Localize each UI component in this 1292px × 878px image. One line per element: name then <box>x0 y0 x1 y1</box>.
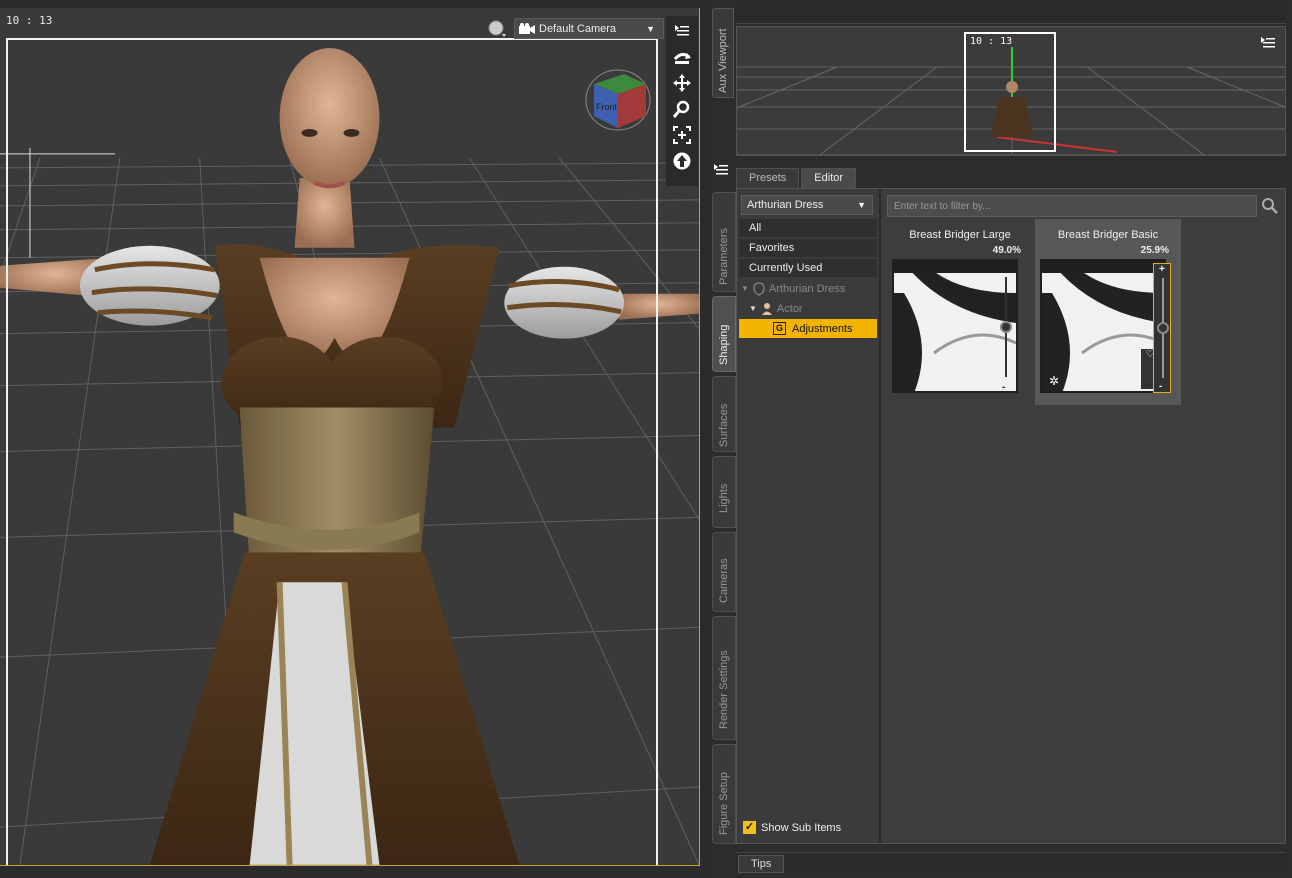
actor-icon <box>761 302 772 315</box>
viewport-scene <box>0 48 699 865</box>
node-dropdown-value: Arthurian Dress <box>747 199 824 211</box>
aux-viewport[interactable]: 10 : 13 <box>736 26 1286 156</box>
tab-label: Shaping <box>718 324 730 365</box>
main-viewport[interactable]: 10 : 13 Default Camera ▼ Front <box>0 8 700 866</box>
aux-timecode: 10 : 13 <box>970 36 1013 47</box>
tips-bar: Tips <box>736 852 1286 873</box>
tree-label: Actor <box>776 302 803 315</box>
side-tabs: Parameters Shaping Surfaces Lights Camer… <box>712 162 736 852</box>
list-item-currently-used[interactable]: Currently Used <box>739 259 877 278</box>
chevron-down-icon: ▼ <box>857 200 866 210</box>
morph-value: 25.9% <box>1140 245 1169 256</box>
tab-editor[interactable]: Editor <box>801 168 857 188</box>
aux-viewport-tab-label: Aux Viewport <box>717 28 729 93</box>
morph-value: 49.0% <box>992 245 1021 256</box>
pan-icon[interactable] <box>671 72 693 94</box>
tab-cameras[interactable]: Cameras <box>712 532 736 612</box>
morph-title: Breast Bridger Basic <box>1057 229 1159 241</box>
tree-item-adjustments[interactable]: G Adjustments <box>739 319 877 338</box>
sphere-icon <box>488 20 506 37</box>
tab-tips[interactable]: Tips <box>738 855 785 873</box>
show-sub-items-label: Show Sub Items <box>761 821 842 834</box>
tab-label: Figure Setup <box>718 772 730 835</box>
aux-viewport-tab[interactable]: Aux Viewport <box>712 8 734 98</box>
tab-label: Render Settings <box>718 650 730 729</box>
tab-surfaces[interactable]: Surfaces <box>712 376 736 452</box>
category-list: Arthurian Dress ▼ All Favorites Currentl… <box>737 189 881 843</box>
viewport-timecode: 10 : 13 <box>6 14 53 27</box>
tab-figure-setup[interactable]: Figure Setup <box>712 744 736 844</box>
camera-dropdown[interactable]: Default Camera ▼ <box>514 18 664 39</box>
search-icon[interactable] <box>1261 197 1279 215</box>
morph-slider[interactable]: + - <box>1153 263 1171 393</box>
camera-label: Default Camera <box>539 22 617 35</box>
orbit-icon[interactable] <box>671 46 693 68</box>
tab-label: Parameters <box>718 228 730 285</box>
plus-icon: + <box>1002 263 1008 274</box>
minus-icon: - <box>1159 381 1163 392</box>
plus-icon: + <box>1159 264 1165 275</box>
view-cube-graphic: Front <box>585 69 651 131</box>
right-panels: Aux Viewport 10: 13 Parameters Shaping … <box>706 0 1292 878</box>
slider-knob[interactable] <box>1000 321 1012 333</box>
slider-knob[interactable] <box>1157 322 1169 334</box>
tab-label: Surfaces <box>718 403 730 447</box>
list-item-all[interactable]: All <box>739 219 877 238</box>
filter-input[interactable]: Enter text to filter by... <box>887 195 1257 217</box>
tab-presets[interactable]: Presets <box>736 168 800 188</box>
list-item-favorites[interactable]: Favorites <box>739 239 877 258</box>
tab-label: Lights <box>718 483 730 513</box>
show-sub-items-checkbox[interactable]: ✓ Show Sub Items <box>743 821 841 834</box>
morph-card[interactable]: Breast Bridger Large 49.0% + - <box>887 219 1033 405</box>
morph-slider[interactable]: + - <box>997 263 1015 393</box>
up-arrow-icon[interactable] <box>671 150 693 172</box>
gear-icon[interactable]: ✲ <box>1049 374 1059 388</box>
chevron-down-icon: ▼ <box>646 23 655 34</box>
tab-render-settings[interactable]: Render Settings <box>712 616 736 740</box>
node-dropdown[interactable]: Arthurian Dress ▼ <box>741 195 873 215</box>
expand-arrow-icon: ▼ <box>741 284 749 293</box>
daz-studio-window: 10 : 13 Default Camera ▼ Front Aux Viewp… <box>0 0 1292 878</box>
draw-style-button[interactable] <box>486 18 508 40</box>
aux-camera-frame: 10 : 13 <box>964 32 1056 152</box>
expand-arrow-icon: ▼ <box>749 304 757 313</box>
tree-item-root[interactable]: ▼ Arthurian Dress <box>739 279 877 298</box>
camera-icon <box>519 22 535 34</box>
morph-card-selected[interactable]: Breast Bridger Basic 25.9% ♡ ✲ + - <box>1035 219 1181 405</box>
viewport-menu-icon[interactable] <box>671 20 693 42</box>
tab-parameters[interactable]: Parameters <box>712 192 736 292</box>
tree-label: Adjustments <box>792 322 853 335</box>
aux-menu-icon[interactable] <box>1261 37 1275 52</box>
minus-icon: - <box>1002 382 1006 393</box>
tree-label: Arthurian Dress <box>768 282 846 295</box>
view-cube-label: Front <box>596 102 618 112</box>
pane-tabs: Presets Editor <box>736 168 857 188</box>
aux-viewport-toolbar <box>736 0 1286 24</box>
tree-item-actor[interactable]: ▼ Actor <box>739 299 877 318</box>
group-icon: G <box>773 322 786 335</box>
tab-lights[interactable]: Lights <box>712 456 736 528</box>
morph-title: Breast Bridger Large <box>909 229 1011 241</box>
tab-shaping[interactable]: Shaping <box>712 296 736 372</box>
tab-label: Cameras <box>718 558 730 603</box>
viewport-tools <box>666 16 698 186</box>
checkmark-icon: ✓ <box>743 821 756 834</box>
pane-splitter[interactable] <box>736 844 1286 850</box>
shaping-editor-pane: Arthurian Dress ▼ All Favorites Currentl… <box>736 188 1286 844</box>
frame-icon[interactable] <box>671 124 693 146</box>
view-cube[interactable]: Front <box>584 66 652 134</box>
zoom-icon[interactable] <box>671 98 693 120</box>
figure-icon <box>753 281 765 296</box>
